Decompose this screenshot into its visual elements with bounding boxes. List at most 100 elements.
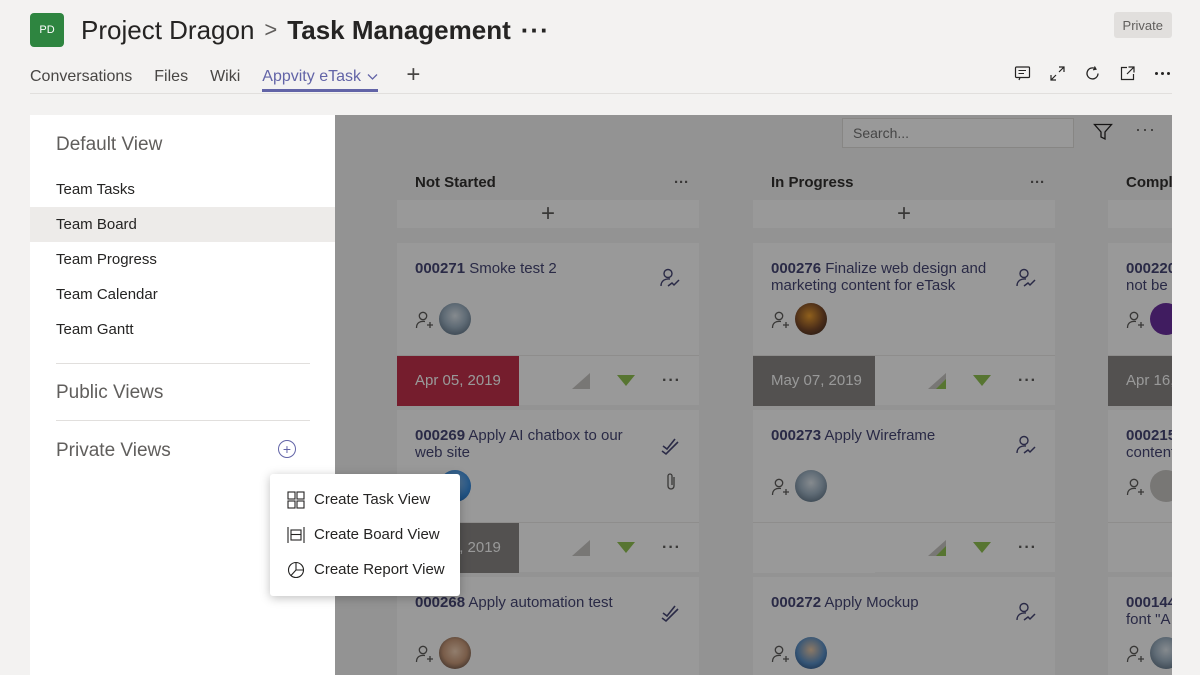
nav-item-team-gantt[interactable]: Team Gantt xyxy=(30,312,335,347)
priority-icon xyxy=(973,541,992,553)
assign-icon[interactable] xyxy=(1015,434,1037,461)
search-input[interactable] xyxy=(842,118,1074,148)
card-footer-icons: ··· xyxy=(875,539,1055,557)
task-card[interactable]: 000276 Finalize web design and marketing… xyxy=(753,243,1055,406)
card-title: 000276 Finalize web design and marketing… xyxy=(771,260,1001,294)
task-id: 000276 xyxy=(771,260,822,277)
card-title: 000273 Apply Wireframe xyxy=(771,427,1001,444)
public-views-heading[interactable]: Public Views xyxy=(56,382,163,404)
user-avatar xyxy=(795,637,827,669)
team-avatar: PD xyxy=(30,13,64,47)
assign-icon[interactable] xyxy=(1015,601,1037,628)
divider xyxy=(56,420,310,421)
task-card[interactable]: 000215 content xyxy=(1108,410,1172,572)
column-in-progress: In Progress ··· + xyxy=(753,170,1055,228)
more-icon[interactable] xyxy=(1153,64,1172,83)
task-title: Apply automation test xyxy=(468,594,613,611)
priority-icon xyxy=(617,374,636,386)
nav-item-team-tasks[interactable]: Team Tasks xyxy=(30,172,335,207)
done-check-icon[interactable] xyxy=(659,434,681,461)
card-footer-icons: ··· xyxy=(875,372,1055,390)
add-card-button[interactable]: + xyxy=(397,200,699,228)
card-title: 000271 Smoke test 2 xyxy=(415,260,645,277)
add-person-icon[interactable] xyxy=(415,644,435,669)
done-check-icon[interactable] xyxy=(659,601,681,628)
kanban-board: ··· Not Started ··· + 000271 Smoke test … xyxy=(335,115,1172,675)
nav-item-team-calendar[interactable]: Team Calendar xyxy=(30,277,335,312)
task-card[interactable]: 000144 font "A xyxy=(1108,577,1172,675)
add-tab-button[interactable]: + xyxy=(406,63,420,87)
add-person-icon[interactable] xyxy=(771,644,791,669)
task-id: 000144 xyxy=(1126,594,1172,611)
breadcrumb-separator: > xyxy=(264,17,278,42)
tab-wiki[interactable]: Wiki xyxy=(210,64,240,92)
menu-item-label: Create Report View xyxy=(314,561,445,578)
column-title: In Progress xyxy=(771,173,854,191)
board-more-button[interactable]: ··· xyxy=(1135,119,1156,140)
tab-conversations[interactable]: Conversations xyxy=(30,64,132,92)
add-person-icon[interactable] xyxy=(1126,310,1146,335)
user-avatar xyxy=(1150,637,1172,669)
add-card-button[interactable]: + xyxy=(753,200,1055,228)
grid-icon xyxy=(286,490,306,510)
task-title: Apply Mockup xyxy=(824,594,919,611)
breadcrumb: Project Dragon > Task Management ··· xyxy=(81,13,550,47)
card-more-button[interactable]: ··· xyxy=(1018,539,1037,557)
add-card-button[interactable]: + xyxy=(1108,200,1172,228)
task-card[interactable]: 000273 Apply Wireframe ··· xyxy=(753,410,1055,573)
add-private-view-button[interactable]: + xyxy=(278,440,296,458)
user-avatar xyxy=(795,303,827,335)
priority-icon xyxy=(973,374,992,386)
task-card[interactable]: 000220not be Apr 16, 2019 xyxy=(1108,243,1172,406)
private-views-heading[interactable]: Private Views xyxy=(56,440,171,462)
nav-item-team-board[interactable]: Team Board xyxy=(30,207,335,242)
task-id: 000268 xyxy=(415,594,466,611)
add-person-icon[interactable] xyxy=(415,310,435,335)
add-person-icon[interactable] xyxy=(771,477,791,502)
column-header: Completed xyxy=(1108,170,1172,194)
column-more-button[interactable]: ··· xyxy=(1030,174,1045,191)
attachment-icon[interactable] xyxy=(665,472,677,497)
default-view-heading: Default View xyxy=(56,134,163,155)
nav-item-team-progress[interactable]: Team Progress xyxy=(30,242,335,277)
tab-appvity-etask[interactable]: Appvity eTask xyxy=(262,64,379,92)
card-more-button[interactable]: ··· xyxy=(662,372,681,390)
tab-bar: Conversations Files Wiki Appvity eTask + xyxy=(30,63,420,92)
breadcrumb-project[interactable]: Project Dragon xyxy=(81,15,254,46)
assign-icon[interactable] xyxy=(1015,267,1037,294)
tab-files[interactable]: Files xyxy=(154,64,188,92)
add-person-icon[interactable] xyxy=(1126,477,1146,502)
assign-icon[interactable] xyxy=(659,267,681,294)
user-avatar xyxy=(795,470,827,502)
filter-icon[interactable] xyxy=(1093,123,1113,146)
title-more-button[interactable]: ··· xyxy=(521,15,550,46)
column-not-started: Not Started ··· + xyxy=(397,170,699,228)
popout-icon[interactable] xyxy=(1118,64,1137,83)
task-title: content xyxy=(1126,444,1172,461)
column-header: In Progress ··· xyxy=(753,170,1055,194)
expand-icon[interactable] xyxy=(1048,64,1067,83)
chat-icon[interactable] xyxy=(1013,64,1032,83)
menu-item-create-report-view[interactable]: Create Report View xyxy=(270,552,460,587)
due-date: May 07, 2019 xyxy=(753,355,875,406)
task-id: 000273 xyxy=(771,427,822,444)
menu-item-create-board-view[interactable]: Create Board View xyxy=(270,517,460,552)
task-card[interactable]: 000271 Smoke test 2 Apr 05, 2019 ··· xyxy=(397,243,699,406)
add-person-icon[interactable] xyxy=(1126,644,1146,669)
divider xyxy=(56,363,310,364)
column-more-button[interactable]: ··· xyxy=(674,174,689,191)
add-person-icon[interactable] xyxy=(771,310,791,335)
task-card[interactable]: 000272 Apply Mockup xyxy=(753,577,1055,675)
due-date: Apr 05, 2019 xyxy=(397,355,519,406)
task-id: 000269 xyxy=(415,427,466,444)
card-more-button[interactable]: ··· xyxy=(1018,372,1037,390)
card-more-button[interactable]: ··· xyxy=(662,539,681,557)
card-title: 000144 font "A xyxy=(1126,594,1172,628)
user-avatar xyxy=(1150,470,1172,502)
menu-item-create-task-view[interactable]: Create Task View xyxy=(270,482,460,517)
refresh-icon[interactable] xyxy=(1083,64,1102,83)
due-date: Apr 16, 2019 xyxy=(1108,355,1172,406)
task-id: 000220 xyxy=(1126,260,1172,277)
menu-item-label: Create Task View xyxy=(314,491,431,508)
tab-label: Appvity eTask xyxy=(262,68,361,85)
